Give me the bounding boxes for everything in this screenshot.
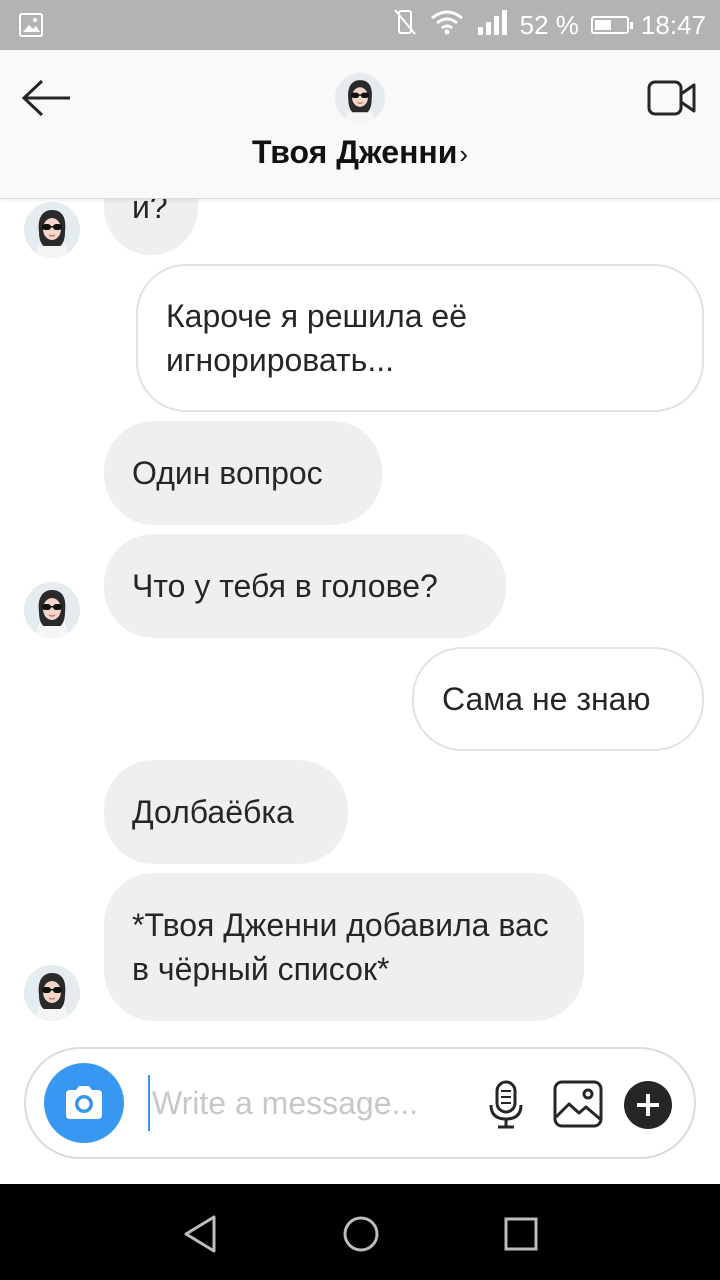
message-input[interactable] [148, 1075, 482, 1131]
header-avatar[interactable] [335, 73, 385, 123]
plus-icon [637, 1094, 659, 1116]
video-call-icon [647, 80, 696, 116]
message-bubble[interactable]: Что у тебя в голове? [104, 534, 506, 638]
message-bubble[interactable]: Сама не знаю [412, 647, 704, 751]
voice-message-button[interactable] [484, 1079, 528, 1131]
avatar [24, 965, 80, 1021]
more-options-button[interactable] [624, 1081, 672, 1129]
navigation-bar [0, 1184, 720, 1280]
nav-home-button[interactable] [339, 1212, 383, 1256]
nav-recents-button[interactable] [499, 1212, 543, 1256]
back-arrow-icon [21, 79, 70, 117]
chevron-right-icon: › [459, 139, 469, 169]
message-bubble[interactable]: Один вопрос [104, 421, 382, 525]
message-bubble[interactable]: *Твоя Дженни добавила вас в чёрный списо… [104, 873, 584, 1021]
nav-back-button[interactable] [180, 1212, 224, 1256]
contact-name[interactable]: Твоя Дженни› [0, 134, 720, 171]
back-triangle-icon [184, 1215, 216, 1253]
avatar [24, 202, 80, 258]
home-circle-icon [343, 1216, 379, 1252]
camera-button[interactable] [44, 1063, 124, 1143]
avatar [24, 582, 80, 638]
back-button[interactable] [20, 78, 76, 118]
chat-header: Твоя Дженни› [0, 50, 720, 199]
message-composer [24, 1047, 696, 1159]
message-bubble[interactable]: Долбаёбка [104, 760, 348, 864]
gallery-notification-icon [18, 12, 44, 43]
gallery-button[interactable] [552, 1079, 604, 1129]
contact-name-text: Твоя Дженни [251, 134, 458, 170]
message-thread[interactable]: и? Кароче я решила её игнорировать... Од… [0, 199, 720, 1039]
message-bubble[interactable]: Кароче я решила её игнорировать... [136, 264, 704, 412]
clock: 18:47 [640, 9, 706, 40]
camera-icon [66, 1086, 102, 1119]
video-call-button[interactable] [646, 76, 698, 120]
signal-icon [476, 9, 508, 42]
gallery-icon [553, 1080, 603, 1128]
battery-icon [590, 16, 633, 34]
no-vibrate-icon [392, 7, 418, 44]
recents-square-icon [504, 1217, 538, 1251]
microphone-icon [489, 1080, 523, 1129]
status-bar: 52 % 18:47 [0, 0, 720, 50]
wifi-icon [430, 9, 464, 42]
message-bubble[interactable]: и? [104, 199, 198, 255]
battery-text: 52 % [519, 9, 579, 40]
